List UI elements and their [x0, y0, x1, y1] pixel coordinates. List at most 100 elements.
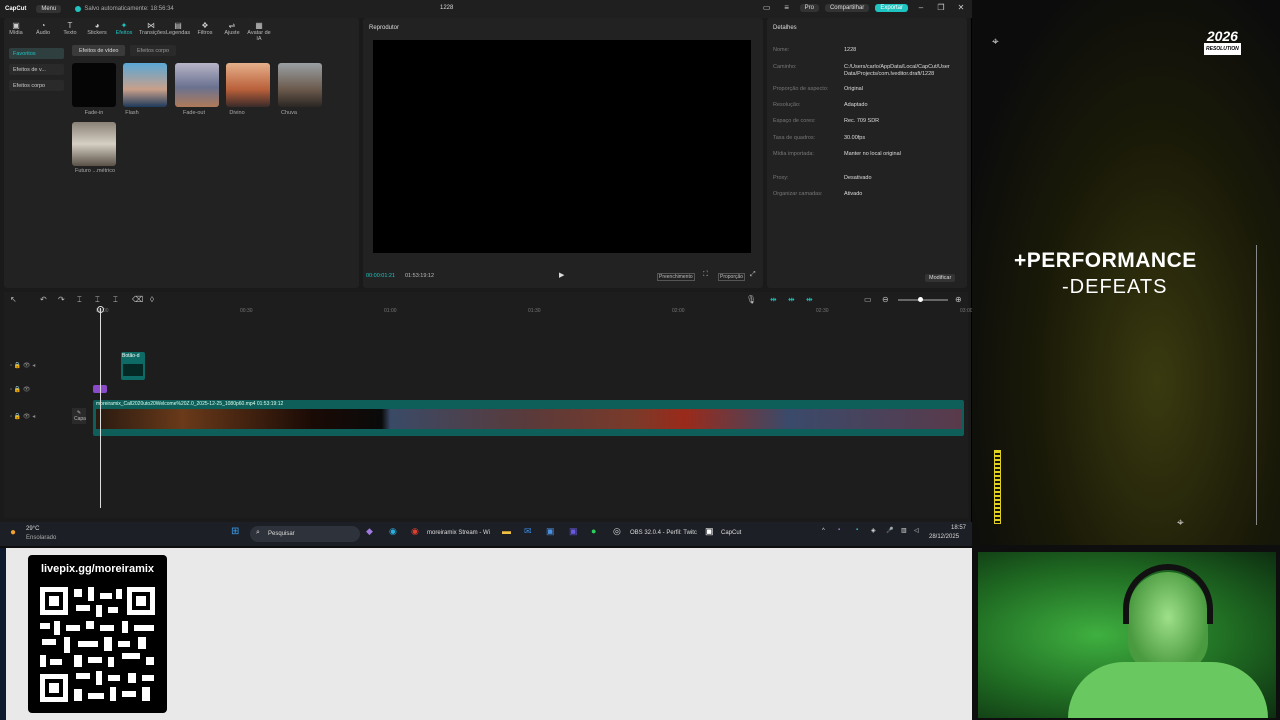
tray-app-icon-2[interactable]: ▪ — [856, 527, 858, 533]
redo-icon[interactable]: ↷ — [58, 295, 65, 304]
effect-thumb-divine[interactable] — [226, 63, 270, 107]
close-icon[interactable]: ✕ — [954, 3, 968, 12]
toolbar-item-0[interactable]: ▣ Mídia — [4, 18, 28, 42]
mail-icon[interactable]: ✉ — [524, 526, 532, 537]
playhead-handle[interactable] — [97, 306, 104, 313]
layout-icon[interactable]: ▭ — [760, 3, 774, 12]
start-icon[interactable]: ⊞ — [231, 526, 239, 537]
ruler-tick: 01:30 — [528, 308, 541, 314]
toolbar-item-6[interactable]: ▤ Legendas — [166, 18, 190, 42]
taskbar-app-stream[interactable]: moreiramix Stream - Wi — [427, 530, 490, 536]
taskbar-app-obs[interactable]: OBS 32.0.4 - Perfil: Twitc — [630, 530, 697, 536]
fill-button[interactable]: Preenchimento — [657, 273, 695, 281]
sidebar-favorites[interactable]: Favoritos — [9, 48, 64, 59]
edge-icon[interactable]: ◉ — [389, 526, 397, 537]
tray-chevron-icon[interactable]: ^ — [822, 528, 825, 534]
effect-thumb-flash[interactable] — [123, 63, 167, 107]
tray-app-icon[interactable]: ▪ — [838, 527, 840, 533]
mic-icon[interactable]: 🎙 — [746, 295, 756, 304]
zoom-slider[interactable] — [898, 297, 948, 302]
delete-icon[interactable]: ⌫ — [132, 295, 143, 304]
search-box[interactable]: ⌕ Pesquisar — [250, 526, 360, 542]
store-icon[interactable]: ▣ — [546, 526, 555, 537]
playhead[interactable] — [100, 308, 101, 508]
effect-thumb-rain[interactable] — [278, 63, 322, 107]
play-icon[interactable]: ▶ — [559, 271, 564, 279]
undo-icon[interactable]: ↶ — [40, 295, 47, 304]
export-button[interactable]: Exportar — [875, 3, 908, 12]
total-time: 01:53:19:12 — [405, 273, 435, 279]
zoom-out-icon[interactable]: ⊖ — [882, 295, 889, 304]
detail-key: Caminho: — [773, 64, 797, 70]
capcut-icon[interactable]: ▣ — [705, 526, 714, 537]
obs-icon[interactable]: ◎ — [613, 526, 621, 537]
webcam-feed — [978, 552, 1276, 718]
link-icon[interactable]: ⇹ — [788, 295, 795, 304]
toolbar-item-2[interactable]: T Texto — [58, 18, 82, 42]
menu-button[interactable]: Menu — [36, 5, 62, 13]
share-button[interactable]: Compartilhar — [824, 3, 870, 12]
toolbar-label: Stickers — [87, 30, 107, 36]
spotify-icon[interactable]: ● — [591, 526, 596, 536]
toolbar-item-5[interactable]: ⋈ Transições — [139, 18, 166, 42]
toolbar-item-8[interactable]: ⇌ Ajuste — [220, 18, 244, 42]
restore-icon[interactable]: ❐ — [934, 3, 948, 12]
audio-icon: ◔ — [40, 21, 46, 30]
details-title: Detalhes — [773, 25, 797, 31]
capcut-window: CapCut Menu Salvo automaticamente: 18:56… — [0, 0, 973, 522]
clock-date[interactable]: 28/12/2025 — [929, 534, 959, 540]
video-preview[interactable] — [373, 40, 751, 253]
expand-icon[interactable]: ⤢ — [750, 271, 756, 279]
person-body — [1068, 662, 1268, 718]
track-controls-3[interactable]: ▫ 🔒 👁 ◂ — [10, 413, 35, 420]
preview-axis-icon[interactable]: ⇹ — [806, 295, 813, 304]
effect-clip[interactable]: Botão-d — [121, 352, 145, 380]
track-controls-1[interactable]: ▫ 🔒 👁 ◂ — [10, 362, 35, 369]
taskbar-app-capcut[interactable]: CapCut — [721, 530, 741, 536]
teams-icon[interactable]: ▣ — [569, 526, 578, 537]
tray-app-icon-3[interactable]: ◈ — [871, 527, 876, 534]
pro-button[interactable]: Pro — [799, 3, 819, 12]
trim-left-icon[interactable]: ⌶ — [95, 295, 100, 305]
marker-icon[interactable]: ◊ — [150, 295, 154, 304]
sidebar-body-effects[interactable]: Efeitos corpo — [9, 80, 64, 91]
chrome-icon[interactable]: ◉ — [411, 526, 419, 537]
details-panel: Detalhes Nome: 1228 Caminho: C:/Users/carlo… — [767, 18, 967, 288]
track-controls-2[interactable]: ▫ 🔒 👁 — [10, 386, 31, 393]
toolbar-item-4[interactable]: ✦ Efeitos — [112, 18, 136, 42]
effect-thumb-future[interactable] — [72, 122, 116, 166]
clock-time[interactable]: 18:57 — [944, 525, 966, 531]
ratio-button[interactable]: Proporção — [718, 273, 746, 281]
magnet-icon[interactable]: ⇹ — [770, 295, 777, 304]
settings-icon[interactable]: ≡ — [780, 3, 794, 12]
toolbar-item-3[interactable]: ◕ Stickers — [85, 18, 109, 42]
trim-right-icon[interactable]: ⌶ — [113, 295, 118, 305]
copilot-icon[interactable]: ◆ — [366, 526, 373, 537]
toolbar-label: Texto — [63, 30, 77, 36]
sidebar-video-effects[interactable]: Efeitos de v... — [9, 64, 64, 75]
tab-body-effects[interactable]: Efeitos corpo — [130, 45, 177, 56]
toolbar-item-1[interactable]: ◔ Áudio — [31, 18, 55, 42]
split-icon[interactable]: ⌶ — [77, 295, 82, 305]
select-tool-icon[interactable]: ↖ — [10, 295, 17, 304]
detail-value: Rec. 709 SDR — [844, 118, 880, 124]
volume-icon[interactable]: ◁ — [914, 527, 919, 534]
folder-icon[interactable]: ▬ — [502, 526, 511, 536]
toolbar-item-7[interactable]: ❖ Filtros — [193, 18, 217, 42]
main-video-clip[interactable]: moreiramix_Call2020uto20Welcome%20Z.0_20… — [93, 400, 964, 436]
fullscreen-preview-icon[interactable]: ⛶ — [703, 271, 708, 279]
fit-icon[interactable]: ▭ — [864, 295, 872, 304]
zoom-in-icon[interactable]: ⊕ — [955, 295, 962, 304]
mic-tray-icon[interactable]: 🎤 — [886, 527, 893, 534]
search-placeholder: Pesquisar — [268, 531, 295, 537]
minimize-icon[interactable]: – — [914, 3, 928, 12]
effect-thumb-fade-out[interactable] — [175, 63, 219, 107]
tab-video-effects[interactable]: Efeitos de vídeo — [72, 45, 126, 56]
main-clip-label: moreiramix_Call2020uto20Welcome%20Z.0_20… — [96, 401, 284, 407]
modify-button[interactable]: Modificar — [925, 274, 956, 282]
effect-thumb-fade-in[interactable] — [72, 63, 116, 107]
cover-button[interactable]: ✎ Capa — [72, 408, 86, 424]
toolbar-item-9[interactable]: ▦ Avatar de IA — [247, 18, 271, 42]
transition-icon: ⋈ — [147, 21, 155, 30]
network-icon[interactable]: ▥ — [901, 527, 907, 534]
